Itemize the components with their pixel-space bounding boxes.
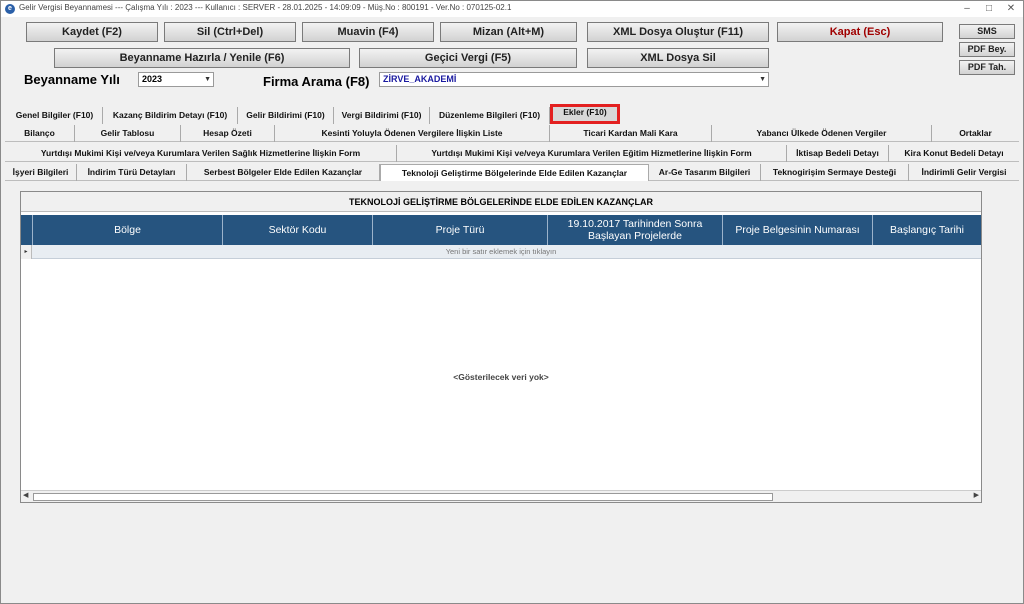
empty-data-message: <Gösterilecek veri yok> bbox=[453, 372, 549, 382]
tab-foreign-taxes-paid[interactable]: Yabancı Ülkede Ödenen Vergiler bbox=[712, 125, 932, 142]
year-label: Beyanname Yılı bbox=[24, 72, 120, 87]
prepare-return-button[interactable]: Beyanname Hazırla / Yenile (F6) bbox=[54, 48, 350, 68]
grid-header: Bölge Sektör Kodu Proje Türü 19.10.2017 … bbox=[21, 215, 981, 245]
column-region[interactable]: Bölge bbox=[33, 215, 223, 245]
window-title: Gelir Vergisi Beyannamesi --- Çalışma Yı… bbox=[19, 3, 512, 12]
tab-rent-housing-cost-detail[interactable]: Kira Konut Bedeli Detayı bbox=[889, 145, 1019, 162]
tab-foreign-health-services-form[interactable]: Yurtdışı Mukimi Kişi ve/veya Kurumlara V… bbox=[5, 145, 397, 162]
tab-foreign-education-services-form[interactable]: Yurtdışı Mukimi Kişi ve/veya Kurumlara V… bbox=[397, 145, 787, 162]
close-icon[interactable]: ✕ bbox=[1003, 2, 1019, 15]
row-marker-icon: ▸ bbox=[21, 245, 32, 259]
horizontal-scrollbar[interactable]: ◀ ▶ bbox=[21, 490, 981, 502]
minimize-icon[interactable]: – bbox=[959, 2, 975, 15]
tab-tax-declaration[interactable]: Vergi Bildirimi (F10) bbox=[334, 107, 430, 124]
tab-arrangement-info[interactable]: Düzenleme Bilgileri (F10) bbox=[430, 107, 550, 124]
xml-delete-button[interactable]: XML Dosya Sil bbox=[587, 48, 769, 68]
provisional-tax-button[interactable]: Geçici Vergi (F5) bbox=[359, 48, 577, 68]
tab-partners[interactable]: Ortaklar bbox=[932, 125, 1019, 142]
xml-create-button[interactable]: XML Dosya Oluştur (F11) bbox=[587, 22, 769, 42]
tab-free-zone-earnings[interactable]: Serbest Bölgeler Elde Edilen Kazançlar bbox=[187, 164, 380, 181]
row-indicator-header bbox=[21, 215, 33, 245]
main-tab-bar: Genel Bilgiler (F10) Kazanç Bildirim Det… bbox=[5, 104, 1019, 124]
sub-tab-row-1: Bilanço Gelir Tablosu Hesap Özeti Kesint… bbox=[5, 125, 1019, 142]
tab-workplace-info[interactable]: İşyeri Bilgileri bbox=[5, 164, 77, 181]
tab-withholding-tax-list[interactable]: Kesinti Yoluyla Ödenen Vergilere İlişkin… bbox=[275, 125, 550, 142]
tab-reduced-income-tax[interactable]: İndirimli Gelir Vergisi bbox=[909, 164, 1019, 181]
new-row-text: Yeni bir satır eklemek için tıklayın bbox=[445, 247, 557, 256]
panel-title: TEKNOLOJİ GELİŞTİRME BÖLGELERİNDE ELDE E… bbox=[21, 192, 981, 212]
chevron-down-icon: ▼ bbox=[759, 76, 766, 83]
sub-tab-row-3: İşyeri Bilgileri İndirim Türü Detayları … bbox=[5, 164, 1019, 181]
app-icon: e bbox=[5, 4, 15, 14]
tab-technoventure-capital-support[interactable]: Teknogirişim Sermaye Desteği bbox=[761, 164, 909, 181]
scroll-right-icon[interactable]: ▶ bbox=[974, 491, 979, 499]
column-project-type[interactable]: Proje Türü bbox=[373, 215, 548, 245]
technology-zone-panel: TEKNOLOJİ GELİŞTİRME BÖLGELERİNDE ELDE E… bbox=[20, 191, 982, 503]
tab-income-table[interactable]: Gelir Tablosu bbox=[75, 125, 181, 142]
save-button[interactable]: Kaydet (F2) bbox=[26, 22, 158, 42]
scroll-left-icon[interactable]: ◀ bbox=[23, 491, 28, 499]
new-row-placeholder[interactable]: ▸ Yeni bir satır eklemek için tıklayın bbox=[21, 245, 981, 259]
column-start-date[interactable]: Başlangıç Tarihi bbox=[873, 215, 981, 245]
close-form-button[interactable]: Kapat (Esc) bbox=[777, 22, 943, 42]
firm-value: ZİRVE_AKADEMİ bbox=[383, 74, 457, 84]
column-project-certificate-number[interactable]: Proje Belgesinin Numarası bbox=[723, 215, 873, 245]
tab-acquisition-cost-detail[interactable]: İktisap Bedeli Detayı bbox=[787, 145, 889, 162]
column-projects-after-2017[interactable]: 19.10.2017 Tarihinden Sonra Başlayan Pro… bbox=[548, 215, 723, 245]
muavin-button[interactable]: Muavin (F4) bbox=[302, 22, 434, 42]
tab-rnd-design-info[interactable]: Ar-Ge Tasarım Bilgileri bbox=[649, 164, 761, 181]
app-window: e Gelir Vergisi Beyannamesi --- Çalışma … bbox=[0, 0, 1024, 604]
tab-technology-zone-earnings[interactable]: Teknoloji Geliştirme Bölgelerinde Elde E… bbox=[380, 164, 649, 181]
tab-general-info[interactable]: Genel Bilgiler (F10) bbox=[7, 107, 103, 124]
delete-button[interactable]: Sil (Ctrl+Del) bbox=[164, 22, 296, 42]
tab-deduction-type-details[interactable]: İndirim Türü Detayları bbox=[77, 164, 187, 181]
firm-search-label: Firma Arama (F8) bbox=[263, 74, 370, 89]
scrollbar-thumb[interactable] bbox=[33, 493, 773, 501]
pdf-return-button[interactable]: PDF Bey. bbox=[959, 42, 1015, 57]
title-bar: e Gelir Vergisi Beyannamesi --- Çalışma … bbox=[1, 1, 1023, 17]
maximize-icon[interactable]: □ bbox=[981, 2, 997, 15]
tab-commercial-to-fiscal-profit[interactable]: Ticari Kardan Mali Kara bbox=[550, 125, 712, 142]
tab-income-declaration[interactable]: Gelir Bildirimi (F10) bbox=[238, 107, 334, 124]
year-select[interactable]: 2023 ▼ bbox=[138, 72, 214, 87]
pdf-accrual-button[interactable]: PDF Tah. bbox=[959, 60, 1015, 75]
chevron-down-icon: ▼ bbox=[204, 76, 211, 83]
firm-search-select[interactable]: ZİRVE_AKADEMİ ▼ bbox=[379, 72, 769, 87]
tab-attachments[interactable]: Ekler (F10) bbox=[550, 104, 620, 124]
tab-balance-sheet[interactable]: Bilanço bbox=[5, 125, 75, 142]
sms-button[interactable]: SMS bbox=[959, 24, 1015, 39]
year-value: 2023 bbox=[142, 74, 163, 84]
column-sector-code[interactable]: Sektör Kodu bbox=[223, 215, 373, 245]
tab-income-statement-detail[interactable]: Kazanç Bildirim Detayı (F10) bbox=[103, 107, 238, 124]
tab-account-summary[interactable]: Hesap Özeti bbox=[181, 125, 275, 142]
mizan-button[interactable]: Mizan (Alt+M) bbox=[440, 22, 577, 42]
sub-tab-row-2: Yurtdışı Mukimi Kişi ve/veya Kurumlara V… bbox=[5, 145, 1019, 162]
